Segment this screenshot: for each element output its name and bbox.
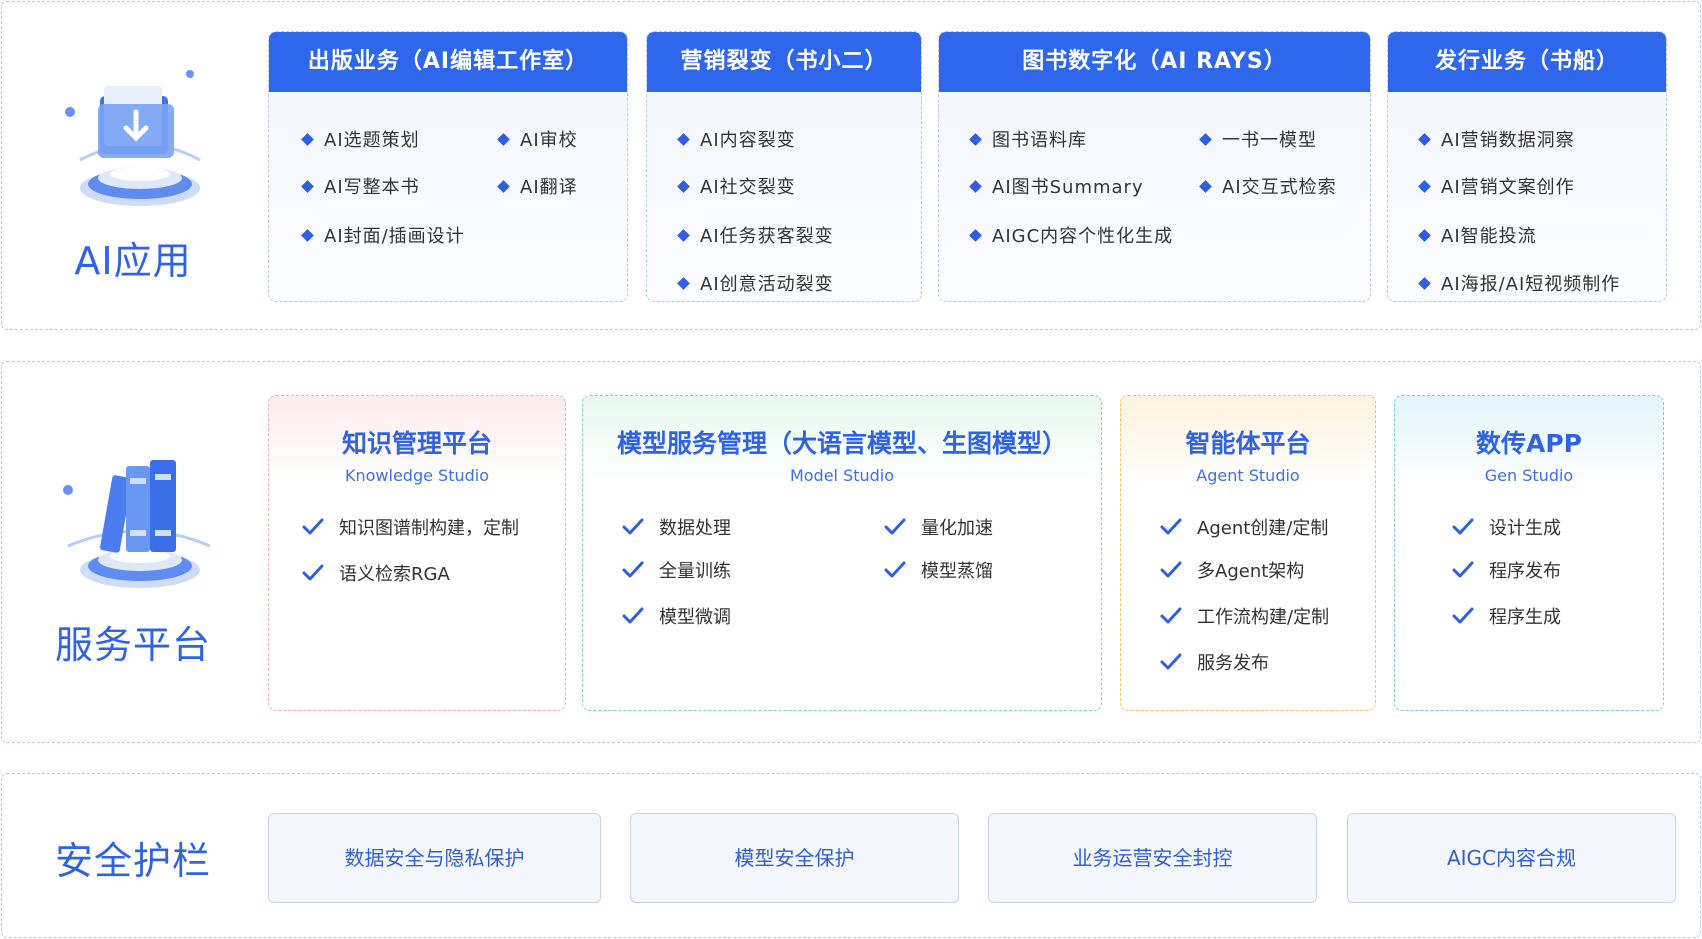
platform-item: 语义检索RGA bbox=[301, 560, 450, 586]
check-icon bbox=[622, 518, 644, 535]
diamond-icon bbox=[1418, 228, 1431, 242]
check-icon bbox=[1160, 518, 1182, 535]
diamond-icon bbox=[677, 276, 690, 290]
folder-download-icon bbox=[65, 70, 201, 206]
app-item: AI选题策划 bbox=[301, 126, 420, 152]
diamond-icon bbox=[969, 179, 982, 193]
platform-card-subtitle: Gen Studio bbox=[1484, 466, 1574, 485]
app-item: AI封面/插画设计 bbox=[301, 222, 465, 248]
check-icon bbox=[1160, 561, 1182, 578]
platform-card-subtitle: Agent Studio bbox=[1196, 466, 1300, 485]
app-card-header: 营销裂变（书小二） bbox=[647, 32, 921, 92]
platform-card-gen: 数传APP Gen Studio 设计生成 程序发布 程序生成 bbox=[1394, 395, 1664, 711]
app-item: AI写整本书 bbox=[301, 173, 420, 199]
app-item: AI任务获客裂变 bbox=[677, 222, 834, 248]
app-card-header: 出版业务（AI编辑工作室） bbox=[269, 32, 627, 92]
app-item: AI内容裂变 bbox=[677, 126, 796, 152]
platform-item: 多Agent架构 bbox=[1159, 557, 1304, 583]
diamond-icon bbox=[677, 132, 690, 146]
platform-card-subtitle: Model Studio bbox=[789, 466, 895, 485]
app-card-header: 图书数字化（AI RAYS） bbox=[939, 32, 1370, 92]
check-icon bbox=[1452, 518, 1474, 535]
security-guardrail-section: 安全护栏 数据安全与隐私保护 模型安全保护 业务运营安全封控 AIGC内容合规 bbox=[1, 773, 1701, 938]
app-item: AI翻译 bbox=[497, 173, 578, 199]
check-icon bbox=[622, 607, 644, 624]
app-item: 一书一模型 bbox=[1199, 126, 1317, 152]
diamond-icon bbox=[1418, 179, 1431, 193]
security-box-data-privacy: 数据安全与隐私保护 bbox=[268, 813, 601, 903]
platform-card-title: 模型服务管理（大语言模型、生图模型） bbox=[616, 429, 1067, 458]
security-box-aigc-compliance: AIGC内容合规 bbox=[1347, 813, 1676, 903]
service-platform-section: 服务平台 知识管理平台 Knowledge Studio 知识图谱制构建，定制 … bbox=[1, 361, 1701, 743]
diamond-icon bbox=[1199, 132, 1212, 146]
app-item: AI图书Summary bbox=[969, 173, 1144, 199]
check-icon bbox=[1160, 653, 1182, 670]
app-item: AI营销数据洞察 bbox=[1418, 126, 1575, 152]
platform-item: 量化加速 bbox=[883, 514, 993, 540]
app-card-distribution: 发行业务（书船） AI营销数据洞察 AI营销文案创作 AI智能投流 AI海报/A… bbox=[1387, 31, 1667, 302]
app-item: AI营销文案创作 bbox=[1418, 173, 1575, 199]
app-item: AI社交裂变 bbox=[677, 173, 796, 199]
security-box-operations-control: 业务运营安全封控 bbox=[988, 813, 1317, 903]
platform-card-title: 智能体平台 bbox=[1185, 429, 1311, 458]
check-icon bbox=[1452, 607, 1474, 624]
app-item: AI交互式检索 bbox=[1199, 173, 1337, 199]
platform-item: 服务发布 bbox=[1159, 649, 1269, 675]
check-icon bbox=[302, 564, 324, 581]
platform-item: 模型蒸馏 bbox=[883, 557, 993, 583]
app-card-marketing: 营销裂变（书小二） AI内容裂变 AI社交裂变 AI任务获客裂变 AI创意活动裂… bbox=[646, 31, 922, 302]
diamond-icon bbox=[677, 228, 690, 242]
platform-card-agent: 智能体平台 Agent Studio Agent创建/定制 多Agent架构 工… bbox=[1120, 395, 1376, 711]
app-item: AI海报/AI短视频制作 bbox=[1418, 270, 1620, 296]
ai-application-section: AI应用 出版业务（AI编辑工作室） AI选题策划 AI审校 AI写整本书 AI… bbox=[1, 1, 1701, 330]
check-icon bbox=[622, 561, 644, 578]
diamond-icon bbox=[1199, 179, 1212, 193]
platform-item: 数据处理 bbox=[621, 514, 731, 540]
platform-card-subtitle: Knowledge Studio bbox=[345, 466, 489, 485]
diamond-icon bbox=[1418, 276, 1431, 290]
platform-item: 程序生成 bbox=[1451, 603, 1561, 629]
diamond-icon bbox=[301, 228, 314, 242]
diamond-icon bbox=[1418, 132, 1431, 146]
check-icon bbox=[302, 518, 324, 535]
app-card-header: 发行业务（书船） bbox=[1388, 32, 1666, 92]
check-icon bbox=[884, 518, 906, 535]
platform-item: Agent创建/定制 bbox=[1159, 514, 1328, 540]
platform-item: 设计生成 bbox=[1451, 514, 1561, 540]
platform-item: 程序发布 bbox=[1451, 557, 1561, 583]
check-icon bbox=[1160, 607, 1182, 624]
ai-application-title: AI应用 bbox=[74, 239, 192, 283]
check-icon bbox=[1452, 561, 1474, 578]
books-icon bbox=[63, 460, 210, 588]
platform-item: 知识图谱制构建，定制 bbox=[301, 514, 519, 540]
security-guardrail-title: 安全护栏 bbox=[54, 839, 211, 883]
diamond-icon bbox=[497, 179, 510, 193]
platform-card-knowledge: 知识管理平台 Knowledge Studio 知识图谱制构建，定制 语义检索R… bbox=[268, 395, 566, 711]
platform-item: 模型微调 bbox=[621, 603, 731, 629]
check-icon bbox=[884, 561, 906, 578]
service-platform-title: 服务平台 bbox=[54, 623, 211, 667]
diamond-icon bbox=[969, 132, 982, 146]
diamond-icon bbox=[497, 132, 510, 146]
platform-card-title: 数传APP bbox=[1476, 429, 1582, 458]
app-item: AI创意活动裂变 bbox=[677, 270, 834, 296]
app-card-digitization: 图书数字化（AI RAYS） 图书语料库 一书一模型 AI图书Summary A… bbox=[938, 31, 1371, 302]
app-item: 图书语料库 bbox=[969, 126, 1087, 152]
app-item: AIGC内容个性化生成 bbox=[969, 222, 1173, 248]
app-item: AI审校 bbox=[497, 126, 578, 152]
app-item: AI智能投流 bbox=[1418, 222, 1537, 248]
platform-item: 工作流构建/定制 bbox=[1159, 603, 1329, 629]
security-box-model-protection: 模型安全保护 bbox=[630, 813, 959, 903]
diamond-icon bbox=[301, 132, 314, 146]
diamond-icon bbox=[301, 179, 314, 193]
platform-card-title: 知识管理平台 bbox=[341, 429, 492, 458]
platform-item: 全量训练 bbox=[621, 557, 731, 583]
diamond-icon bbox=[969, 228, 982, 242]
app-card-publishing: 出版业务（AI编辑工作室） AI选题策划 AI审校 AI写整本书 AI翻译 AI… bbox=[268, 31, 628, 302]
platform-card-model: 模型服务管理（大语言模型、生图模型） Model Studio 数据处理 量化加… bbox=[582, 395, 1102, 711]
diamond-icon bbox=[677, 179, 690, 193]
